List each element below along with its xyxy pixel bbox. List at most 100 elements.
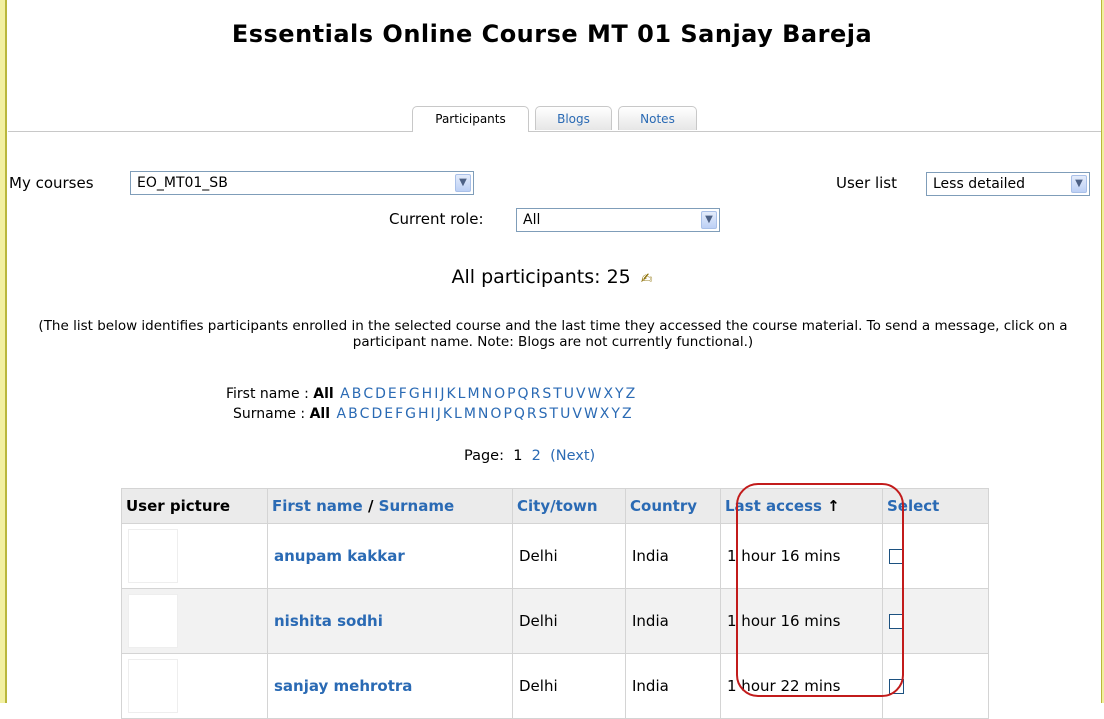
chevron-down-icon[interactable]: ▼ (455, 174, 471, 192)
my-courses-select[interactable]: EO_MT01_SB ▼ (130, 171, 474, 195)
surname-letter-a[interactable]: A (336, 406, 346, 422)
tab-baseline (8, 131, 1101, 132)
sort-last-access[interactable]: Last access (725, 497, 822, 515)
tab-notes[interactable]: Notes (618, 106, 697, 130)
participants-count: All participants: 25 (451, 266, 631, 288)
first-name-letter-u[interactable]: U (564, 386, 574, 402)
select-checkbox[interactable] (889, 679, 904, 694)
first-name-letter-z[interactable]: Z (626, 386, 636, 402)
last-access-cell: 1 hour 16 mins (720, 523, 883, 589)
first-name-letter-n[interactable]: N (482, 386, 492, 402)
first-name-letter-c[interactable]: C (363, 386, 373, 402)
my-courses-value: EO_MT01_SB (137, 175, 228, 191)
first-name-letter-f[interactable]: F (399, 386, 407, 402)
sort-country[interactable]: Country (625, 488, 721, 524)
first-name-letter-v[interactable]: V (576, 386, 586, 402)
surname-letter-j[interactable]: J (437, 406, 441, 422)
participant-name-link[interactable]: anupam kakkar (274, 547, 405, 565)
pager: Page: 1 2 (Next) (464, 448, 595, 464)
participant-name-link[interactable]: nishita sodhi (274, 612, 383, 630)
country-cell: India (625, 653, 721, 719)
surname-letter-u[interactable]: U (560, 406, 570, 422)
surname-letter-h[interactable]: H (418, 406, 429, 422)
first-name-letter-l[interactable]: L (458, 386, 466, 402)
avatar[interactable] (128, 659, 178, 713)
surname-letter-z[interactable]: Z (622, 406, 632, 422)
edit-icon[interactable]: ✍ (641, 271, 653, 287)
first-name-letter-y[interactable]: Y (615, 386, 624, 402)
surname-letter-r[interactable]: R (527, 406, 537, 422)
surname-letter-y[interactable]: Y (611, 406, 620, 422)
surname-letter-l[interactable]: L (454, 406, 462, 422)
surname-letter-v[interactable]: V (572, 406, 582, 422)
first-name-letter-b[interactable]: B (352, 386, 362, 402)
surname-letter-n[interactable]: N (478, 406, 488, 422)
current-role-select[interactable]: All ▼ (516, 208, 720, 232)
surname-letter-g[interactable]: G (405, 406, 416, 422)
surname-letter-s[interactable]: S (539, 406, 548, 422)
first-name-letter-g[interactable]: G (409, 386, 420, 402)
surname-letter-c[interactable]: C (360, 406, 370, 422)
first-name-letter-t[interactable]: T (553, 386, 562, 402)
first-name-letter-s[interactable]: S (542, 386, 551, 402)
avatar[interactable] (128, 594, 178, 648)
first-name-letter-e[interactable]: E (388, 386, 397, 402)
chevron-down-icon[interactable]: ▼ (701, 211, 717, 229)
avatar[interactable] (128, 529, 178, 583)
user-list-label: User list (836, 174, 897, 192)
surname-letter-o[interactable]: O (490, 406, 501, 422)
sort-first-name[interactable]: First name (272, 497, 363, 515)
first-name-letter-d[interactable]: D (375, 386, 386, 402)
first-name-letter-i[interactable]: I (434, 386, 438, 402)
my-courses-label: My courses (9, 174, 94, 192)
first-name-letter-k[interactable]: K (446, 386, 455, 402)
sort-surname[interactable]: Surname (379, 497, 454, 515)
first-name-letter-o[interactable]: O (494, 386, 505, 402)
user-picture-cell (121, 588, 268, 654)
surname-letter-q[interactable]: Q (514, 406, 525, 422)
surname-all: All (309, 406, 331, 422)
surname-letter-k[interactable]: K (443, 406, 452, 422)
select-checkbox[interactable] (889, 549, 904, 564)
first-name-letter-r[interactable]: R (531, 386, 541, 402)
surname-letter-list: ABCDEFGHIJKLMNOPQRSTUVWXYZ (334, 406, 631, 422)
first-name-letter-h[interactable]: H (422, 386, 433, 402)
participant-name-link[interactable]: sanjay mehrotra (274, 677, 412, 695)
participants-table: User picture First name / Surname City/t… (121, 488, 989, 719)
first-name-letter-q[interactable]: Q (518, 386, 529, 402)
surname-letter-m[interactable]: M (464, 406, 476, 422)
surname-letter-x[interactable]: X (600, 406, 610, 422)
pager-page-2[interactable]: 2 (532, 448, 541, 464)
select-checkbox[interactable] (889, 614, 904, 629)
first-name-letter-j[interactable]: J (440, 386, 444, 402)
name-cell: anupam kakkar (267, 523, 513, 589)
tab-blogs[interactable]: Blogs (535, 106, 612, 130)
surname-letter-e[interactable]: E (384, 406, 393, 422)
first-name-letter-x[interactable]: X (603, 386, 613, 402)
surname-letter-f[interactable]: F (395, 406, 403, 422)
participants-heading: All participants: 25 ✍ (0, 266, 1104, 288)
first-name-letter-m[interactable]: M (467, 386, 479, 402)
pager-next[interactable]: (Next) (550, 448, 595, 464)
user-list-value: Less detailed (933, 176, 1026, 192)
first-name-letter-p[interactable]: P (507, 386, 515, 402)
last-access-cell: 1 hour 16 mins (720, 588, 883, 654)
surname-letter-w[interactable]: W (584, 406, 598, 422)
chevron-down-icon[interactable]: ▼ (1071, 175, 1087, 193)
tab-participants[interactable]: Participants (412, 106, 529, 132)
first-name-letter-w[interactable]: W (588, 386, 602, 402)
surname-letter-d[interactable]: D (371, 406, 382, 422)
surname-letter-i[interactable]: I (431, 406, 435, 422)
col-select[interactable]: Select (882, 488, 989, 524)
surname-letter-t[interactable]: T (550, 406, 559, 422)
city-cell: Delhi (512, 653, 626, 719)
surname-letter-p[interactable]: P (503, 406, 511, 422)
col-user-picture: User picture (121, 488, 268, 524)
user-list-select[interactable]: Less detailed ▼ (926, 172, 1090, 196)
sort-city[interactable]: City/town (512, 488, 626, 524)
city-cell: Delhi (512, 523, 626, 589)
surname-letter-b[interactable]: B (348, 406, 358, 422)
table-header-row: User picture First name / Surname City/t… (121, 488, 989, 524)
first-name-letter-a[interactable]: A (340, 386, 350, 402)
first-name-initials: First name : All ABCDEFGHIJKLMNOPQRSTUVW… (226, 386, 635, 402)
